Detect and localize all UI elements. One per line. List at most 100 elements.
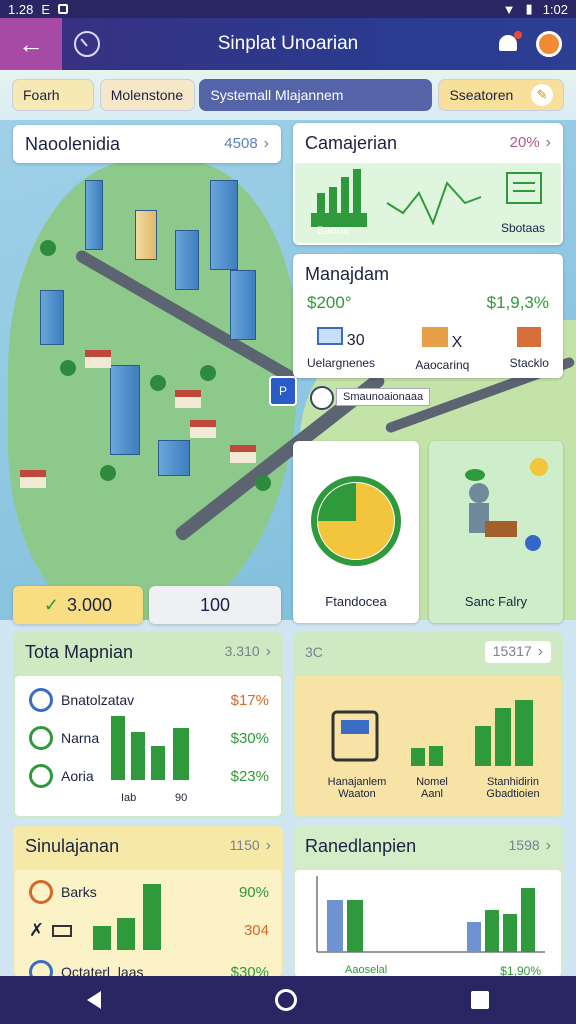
globe-icon xyxy=(29,960,53,976)
notification-icon xyxy=(57,4,68,14)
map-house xyxy=(175,390,201,408)
filter-chip-3[interactable]: Systemall Mlajannem xyxy=(199,79,433,111)
map-location-icon[interactable] xyxy=(310,386,334,410)
filter-chip-1[interactable]: Foarh xyxy=(12,79,94,111)
check-circle-icon xyxy=(29,726,53,750)
comparison-value: 20% xyxy=(509,134,540,151)
total-row-1[interactable]: Bnatolzatav $17% xyxy=(29,688,269,712)
stat-right-value: 100 xyxy=(199,594,231,615)
filter-bar: Foarh Molenstone Systemall Mlajannem Sse… xyxy=(0,70,576,120)
profile-icon[interactable] xyxy=(536,31,562,57)
map-house xyxy=(85,350,111,368)
nav-back-icon[interactable] xyxy=(87,991,101,1009)
simulation-row-3-value: $30% xyxy=(230,963,269,977)
simulation-panel[interactable]: Sinulajanan 1150 › Barks 90% ✗ 304 Octate… xyxy=(13,826,283,976)
chevron-right-icon: › xyxy=(265,643,271,660)
total-title: Tota Mapnian xyxy=(25,641,134,662)
simulation-bar xyxy=(143,884,161,950)
status-clock: 1:02 xyxy=(542,1,568,17)
total-row-1-value: $17% xyxy=(230,691,269,709)
simulation-row-3[interactable]: Octaterl_laas $30% xyxy=(29,960,269,976)
stat-left-value: 3.000 xyxy=(67,594,113,615)
management-card[interactable]: Manajdam $200° $1,9,3% 30 Uelargnenes X … xyxy=(293,254,563,378)
map-pin-icon[interactable]: P xyxy=(269,376,297,406)
renderation-inner: Aaoselal $1,90% xyxy=(295,870,561,976)
total-bar xyxy=(111,716,125,780)
gardener-icon xyxy=(465,458,548,551)
management-item-2[interactable]: X Aaocarinq xyxy=(415,327,469,372)
map-tree xyxy=(60,360,76,376)
management-item-3[interactable]: Stacklo xyxy=(510,327,549,372)
simulation-inner: Barks 90% ✗ 304 Octaterl_laas $30% xyxy=(15,870,281,976)
total-inner: Bnatolzatav $17% Narna $30% Aoria $23% I… xyxy=(15,676,281,816)
management-title: Manajdam xyxy=(305,264,390,284)
management-item-2-label: Aaocarinq xyxy=(415,358,470,372)
filter-chip-4[interactable]: Sseatoren ✎ xyxy=(438,79,564,111)
facilities-value-right: 15317 xyxy=(492,643,532,659)
comparison-footer-right: Sbotaas xyxy=(500,221,545,235)
filter-chip-2[interactable]: Molenstone xyxy=(99,79,196,111)
nav-home-icon[interactable] xyxy=(275,989,297,1011)
pie-card[interactable]: Ftandocea xyxy=(293,441,419,623)
house-icon xyxy=(422,327,449,347)
history-icon[interactable] xyxy=(74,31,100,57)
simulation-row-1-label: Barks xyxy=(61,884,97,900)
map-tree xyxy=(200,365,216,381)
pie-chart xyxy=(311,476,401,566)
chevron-right-icon: › xyxy=(263,135,269,152)
management-right-value: $1,9,3% xyxy=(486,293,549,312)
total-panel[interactable]: Tota Mapnian 3.310 › Bnatolzatav $17% Nar… xyxy=(13,632,283,818)
map-building xyxy=(85,180,103,250)
total-row-3-label: Aoria xyxy=(61,768,94,784)
management-item-1-label: Uelargnenes xyxy=(307,356,376,370)
neighborhood-value: 4508 xyxy=(224,135,258,152)
total-axis-label-2: 90 xyxy=(175,792,188,804)
simulation-bar xyxy=(117,918,135,950)
renderation-chart xyxy=(316,876,545,953)
status-time: 1.28 xyxy=(8,1,34,17)
simulation-row-1-value: 90% xyxy=(238,883,269,901)
bank-icon xyxy=(29,880,53,904)
status-mark: E xyxy=(41,1,50,17)
map-house xyxy=(190,420,216,438)
globe-icon xyxy=(29,688,53,712)
monitor-icon xyxy=(317,327,344,345)
simulation-row-3-label: Octaterl_laas xyxy=(61,964,144,976)
simulation-bar xyxy=(93,926,111,950)
stat-pill-left[interactable]: ✓ 3.000 xyxy=(13,586,143,624)
back-button[interactable]: ← xyxy=(0,18,62,70)
total-row-3-value: $23% xyxy=(230,767,269,785)
map-tree xyxy=(100,465,116,481)
map-tree xyxy=(40,240,56,256)
management-item-1[interactable]: 30 Uelargnenes xyxy=(307,327,375,372)
stat-pill-right[interactable]: 100 xyxy=(149,586,281,624)
map-building xyxy=(158,440,190,476)
status-bar: 1.28 E ▼ ▮ 1:02 xyxy=(0,0,576,18)
renderation-value: 1598 xyxy=(508,837,540,853)
facilities-panel[interactable]: 3C 15317 › Hanajanlem Waaton Nomel Aanl S… xyxy=(293,632,563,818)
map-building xyxy=(135,210,157,260)
facilities-label-2: Nomel Aanl xyxy=(416,776,448,800)
notifications-icon[interactable] xyxy=(496,31,522,55)
renderation-panel[interactable]: Ranedlanpien 1598 › Aaoselal $1,90% xyxy=(293,826,563,976)
pencil-icon: ✎ xyxy=(531,84,553,106)
nav-recents-icon[interactable] xyxy=(471,991,489,1009)
person-card[interactable]: Sanc Falry xyxy=(429,441,563,623)
management-item-2-value: X xyxy=(451,334,463,351)
map-building xyxy=(40,290,64,345)
total-value: 3.310 xyxy=(224,643,260,659)
system-nav-bar xyxy=(0,976,576,1024)
neighborhood-title: Naoolenidia xyxy=(25,133,121,154)
currency-icon xyxy=(29,764,53,788)
app-bar: ← Sinplat Unoarian xyxy=(0,18,576,70)
chevron-right-icon: › xyxy=(545,837,551,854)
comparison-card[interactable]: Camajerian 20% › Baoua Sbotaas xyxy=(293,123,563,245)
total-bar xyxy=(173,728,189,780)
simulation-value: 1150 xyxy=(229,837,260,853)
management-item-1-value: 30 xyxy=(346,332,365,349)
arrow-left-icon: ← xyxy=(18,28,44,59)
neighborhood-card[interactable]: Naoolenidia 4508 › xyxy=(13,125,281,163)
pie-card-label: Ftandocea xyxy=(325,594,387,609)
filter-chip-4-label: Sseatoren xyxy=(449,87,514,103)
wifi-icon: ▼ xyxy=(502,1,516,17)
